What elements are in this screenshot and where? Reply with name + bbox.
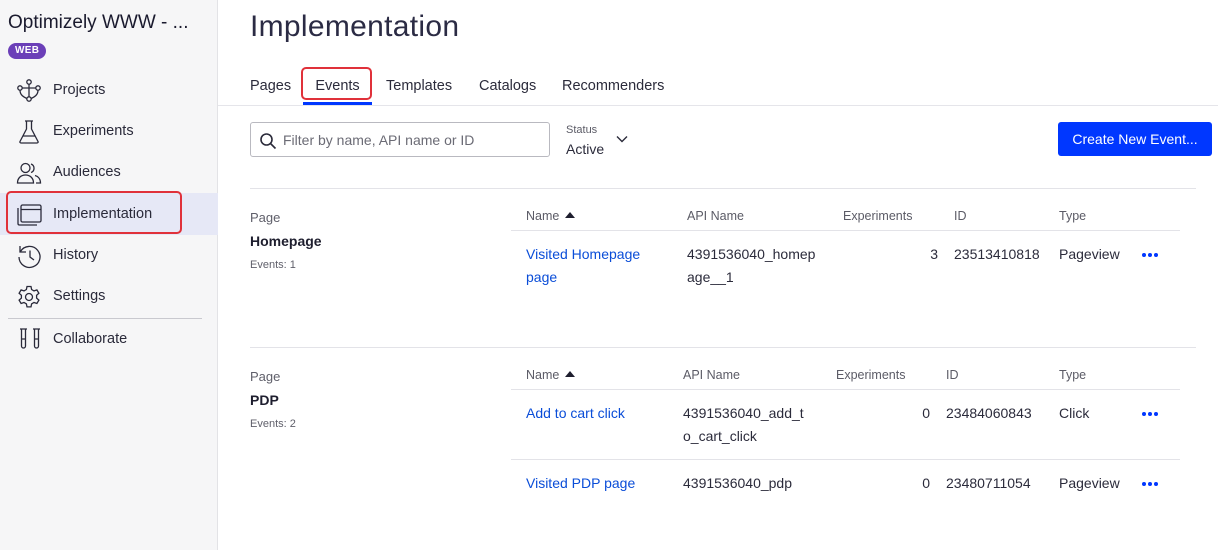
sidebar-item-projects[interactable]: Projects [0, 70, 218, 110]
search-input[interactable] [283, 123, 545, 156]
sidebar: Optimizely WWW - ... WEB Projects Experi… [0, 0, 218, 550]
status-caption: Status [566, 124, 598, 136]
column-header-type: Type [1059, 209, 1087, 223]
group-label: Page [250, 210, 281, 225]
flask-icon [19, 120, 39, 144]
status-value: Active [566, 141, 605, 157]
implementation-highlight-box [6, 191, 182, 234]
event-api-name: 4391536040_add_t o_cart_click [683, 405, 804, 444]
column-header-name[interactable]: Name [526, 209, 576, 223]
group-event-count: Events: 2 [250, 418, 296, 430]
sidebar-item-label: History [53, 247, 99, 263]
table-row-divider [511, 459, 1180, 460]
gear-icon [18, 285, 40, 308]
events-tab-highlight-box [301, 67, 372, 100]
event-type: Pageview [1059, 246, 1120, 262]
column-header-experiments: Experiments [836, 368, 906, 382]
sidebar-item-experiments[interactable]: Experiments [0, 111, 218, 151]
platform-badge: WEB [8, 43, 47, 59]
event-id: 23513410818 [954, 246, 1040, 262]
event-name-link[interactable]: Visited Homepage page [526, 243, 640, 288]
search-icon [260, 133, 277, 150]
sidebar-item-label: Audiences [53, 164, 121, 180]
test-tubes-icon [20, 328, 40, 349]
more-options-icon[interactable] [1142, 409, 1160, 419]
tab-recommenders[interactable]: Recommenders [562, 70, 664, 106]
event-type: Pageview [1059, 475, 1120, 491]
event-type: Click [1059, 405, 1090, 421]
event-id: 23484060843 [946, 405, 1032, 421]
search-box [250, 122, 550, 157]
tabs-divider [218, 105, 1218, 106]
sidebar-item-history[interactable]: History [0, 235, 218, 275]
event-id: 23480711054 [946, 475, 1031, 491]
sidebar-item-label: Experiments [53, 123, 134, 139]
event-experiments-count: 0 [922, 475, 930, 491]
sort-ascending-icon [565, 212, 576, 218]
group-event-count: Events: 1 [250, 259, 296, 271]
group-name: Homepage [250, 233, 322, 249]
group-name: PDP [250, 392, 279, 408]
column-header-experiments: Experiments [843, 209, 913, 223]
section-divider [250, 188, 1196, 189]
sort-ascending-icon [565, 371, 576, 377]
page-title: Implementation [250, 10, 460, 43]
tab-pages[interactable]: Pages [250, 70, 291, 106]
sidebar-item-audiences[interactable]: Audiences [0, 152, 218, 192]
table-header-divider [511, 389, 1180, 390]
section-divider [250, 347, 1196, 348]
column-header-api-name: API Name [687, 209, 744, 223]
column-header-name[interactable]: Name [526, 368, 576, 382]
sidebar-item-label: Settings [53, 288, 106, 304]
users-icon [16, 162, 42, 184]
event-experiments-count: 3 [930, 246, 938, 262]
chevron-down-icon [616, 136, 628, 143]
projects-icon [17, 79, 41, 102]
table-header-divider [511, 230, 1180, 231]
column-header-type: Type [1059, 368, 1087, 382]
event-api-name: 4391536040_pdp [683, 475, 793, 491]
group-label: Page [250, 369, 281, 384]
event-name-link[interactable]: Visited PDP page [526, 472, 635, 495]
column-header-id: ID [946, 368, 959, 382]
tab-catalogs[interactable]: Catalogs [479, 70, 536, 106]
project-title[interactable]: Optimizely WWW - ... [8, 12, 188, 34]
create-new-event-button[interactable]: Create New Event... [1058, 122, 1212, 156]
tab-templates[interactable]: Templates [386, 70, 452, 106]
event-experiments-count: 0 [922, 405, 930, 421]
sidebar-item-label: Collaborate [53, 331, 128, 347]
event-name-link[interactable]: Add to cart click [526, 402, 625, 425]
status-dropdown[interactable]: Status Active [566, 122, 636, 158]
column-header-id: ID [954, 209, 967, 223]
column-header-api-name: API Name [683, 368, 740, 382]
sidebar-item-settings[interactable]: Settings [0, 276, 218, 316]
sidebar-item-collaborate[interactable]: Collaborate [0, 319, 218, 359]
more-options-icon[interactable] [1142, 479, 1160, 489]
history-icon [18, 245, 41, 269]
event-api-name: 4391536040_homep age__1 [687, 246, 816, 285]
sidebar-item-label: Projects [53, 82, 106, 98]
more-options-icon[interactable] [1142, 250, 1160, 260]
